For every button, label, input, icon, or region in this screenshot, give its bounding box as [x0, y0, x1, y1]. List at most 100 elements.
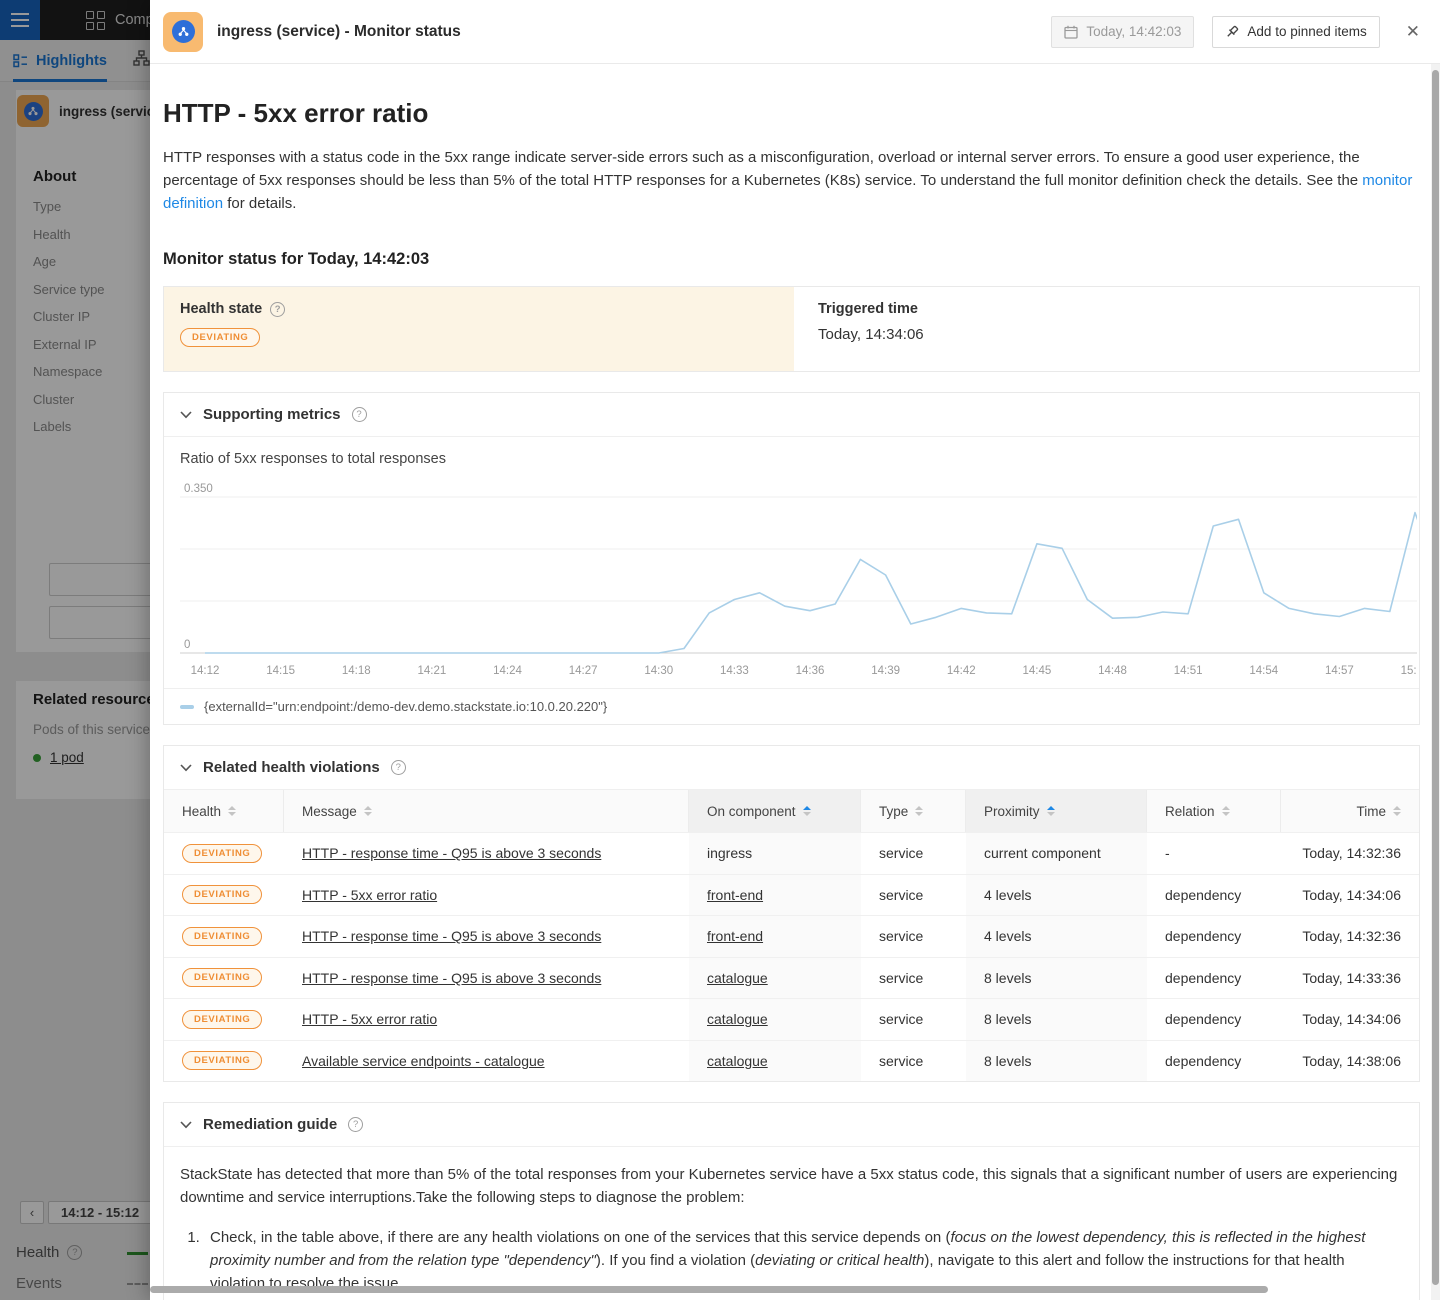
svg-text:14:12: 14:12 — [191, 665, 220, 677]
remediation-step: Check, in the table above, if there are … — [204, 1226, 1403, 1295]
legend-swatch — [180, 705, 194, 709]
column-header-time[interactable]: Time — [1281, 790, 1419, 832]
remediation-title: Remediation guide — [203, 1116, 337, 1133]
time-cell: Today, 14:38:06 — [1281, 1041, 1419, 1082]
remediation-header[interactable]: Remediation guide ? — [164, 1103, 1419, 1147]
relation-cell: dependency — [1147, 916, 1281, 957]
sort-icon — [915, 806, 923, 816]
legend-label: {externalId="urn:endpoint:/demo-dev.demo… — [204, 699, 607, 714]
column-header-proximity[interactable]: Proximity — [966, 790, 1147, 832]
monitor-title: HTTP - 5xx error ratio — [163, 98, 1420, 129]
remediation-help-icon[interactable]: ? — [348, 1117, 363, 1132]
component-link[interactable]: catalogue — [707, 1053, 768, 1069]
violations-table-body: DEVIATING HTTP - response time - Q95 is a… — [164, 832, 1419, 1081]
proximity-cell: current component — [966, 833, 1147, 874]
health-state-panel: Health state ? DEVIATING Triggered time … — [163, 286, 1420, 372]
column-header-relation[interactable]: Relation — [1147, 790, 1281, 832]
component-link[interactable]: catalogue — [707, 1011, 768, 1027]
svg-text:14:33: 14:33 — [720, 665, 749, 677]
violation-message-link[interactable]: HTTP - 5xx error ratio — [302, 1011, 437, 1027]
time-cell: Today, 14:32:36 — [1281, 916, 1419, 957]
type-cell: service — [861, 999, 966, 1040]
deviating-badge: DEVIATING — [182, 927, 262, 946]
type-cell: service — [861, 958, 966, 999]
triggered-time-label: Triggered time — [818, 301, 918, 317]
type-cell: service — [861, 875, 966, 916]
proximity-cell: 8 levels — [966, 999, 1147, 1040]
svg-text:14:42: 14:42 — [947, 665, 976, 677]
violation-row: DEVIATING Available service endpoints - c… — [164, 1040, 1419, 1082]
violation-message-link[interactable]: HTTP - response time - Q95 is above 3 se… — [302, 845, 601, 861]
message-cell: HTTP - response time - Q95 is above 3 se… — [284, 916, 689, 957]
svg-text:14:18: 14:18 — [342, 665, 371, 677]
supporting-metrics-help-icon[interactable]: ? — [352, 407, 367, 422]
violation-row: DEVIATINGHTTP - response time - Q95 is a… — [164, 832, 1419, 874]
violations-header[interactable]: Related health violations ? — [164, 746, 1419, 790]
on-component-cell: ingress — [689, 833, 861, 874]
health-cell: DEVIATING — [164, 958, 284, 999]
component-link[interactable]: front-end — [707, 887, 763, 903]
modal-header: ingress (service) - Monitor status Today… — [150, 0, 1440, 64]
type-cell: service — [861, 833, 966, 874]
relation-cell: dependency — [1147, 1041, 1281, 1082]
monitor-definition-link[interactable]: monitor definition — [163, 172, 1412, 212]
violation-message-link[interactable]: HTTP - 5xx error ratio — [302, 887, 437, 903]
on-component-cell: front-end — [689, 875, 861, 916]
type-cell: service — [861, 1041, 966, 1082]
violation-row: DEVIATING HTTP - response time - Q95 is a… — [164, 957, 1419, 999]
add-to-pinned-items-button[interactable]: Add to pinned items — [1212, 16, 1379, 48]
chart-legend: {externalId="urn:endpoint:/demo-dev.demo… — [164, 688, 1419, 724]
time-picker-button[interactable]: Today, 14:42:03 — [1051, 16, 1194, 48]
message-cell: HTTP - response time - Q95 is above 3 se… — [284, 833, 689, 874]
violation-message-link[interactable]: HTTP - response time - Q95 is above 3 se… — [302, 928, 601, 944]
health-state-help-icon[interactable]: ? — [270, 302, 285, 317]
column-header-health[interactable]: Health — [164, 790, 284, 832]
violation-row: DEVIATINGHTTP - 5xx error ratiocatalogue… — [164, 998, 1419, 1040]
svg-text:14:15: 14:15 — [266, 665, 295, 677]
sort-icon — [803, 806, 811, 816]
horizontal-scrollbar[interactable] — [150, 1286, 1268, 1293]
on-component-cell: front-end — [689, 916, 861, 957]
svg-text:0: 0 — [184, 639, 190, 651]
monitor-status-heading: Monitor status for Today, 14:42:03 — [163, 250, 1420, 269]
triggered-time-value: Today, 14:34:06 — [818, 326, 1395, 343]
health-cell: DEVIATING — [164, 875, 284, 916]
svg-text:15:00: 15:00 — [1401, 665, 1417, 677]
svg-text:14:54: 14:54 — [1249, 665, 1278, 677]
column-header-message[interactable]: Message — [284, 790, 689, 832]
column-header-type[interactable]: Type — [861, 790, 966, 832]
svg-text:0.350: 0.350 — [184, 483, 213, 495]
add-to-pinned-items-label: Add to pinned items — [1247, 24, 1366, 39]
time-cell: Today, 14:32:36 — [1281, 833, 1419, 874]
chevron-down-icon — [180, 1121, 192, 1129]
sort-icon — [1393, 806, 1401, 816]
type-cell: service — [861, 916, 966, 957]
metric-chart[interactable]: 0.350014:1214:1514:1814:2114:2414:2714:3… — [180, 481, 1419, 682]
violation-message-link[interactable]: HTTP - response time - Q95 is above 3 se… — [302, 970, 601, 986]
relation-cell: - — [1147, 833, 1281, 874]
supporting-metrics-header[interactable]: Supporting metrics ? — [164, 393, 1419, 437]
svg-text:14:39: 14:39 — [871, 665, 900, 677]
message-cell: HTTP - 5xx error ratio — [284, 999, 689, 1040]
related-health-violations-section: Related health violations ? HealthMessag… — [163, 745, 1420, 1082]
deviating-badge: DEVIATING — [182, 1051, 262, 1070]
close-icon[interactable]: ✕ — [1402, 22, 1424, 42]
violation-message-link[interactable]: Available service endpoints - catalogue — [302, 1053, 545, 1069]
message-cell: HTTP - response time - Q95 is above 3 se… — [284, 958, 689, 999]
health-cell: DEVIATING — [164, 1041, 284, 1082]
svg-text:14:57: 14:57 — [1325, 665, 1354, 677]
proximity-cell: 8 levels — [966, 958, 1147, 999]
component-link[interactable]: front-end — [707, 928, 763, 944]
remediation-guide-section: Remediation guide ? StackState has detec… — [163, 1102, 1420, 1300]
component-link[interactable]: catalogue — [707, 970, 768, 986]
svg-text:14:45: 14:45 — [1022, 665, 1051, 677]
relation-cell: dependency — [1147, 958, 1281, 999]
violation-row: DEVIATING HTTP - response time - Q95 is a… — [164, 915, 1419, 957]
column-header-on-component[interactable]: On component — [689, 790, 861, 832]
sort-icon — [1047, 806, 1055, 816]
violations-help-icon[interactable]: ? — [391, 760, 406, 775]
on-component-cell: catalogue — [689, 1041, 861, 1082]
message-cell: HTTP - 5xx error ratio — [284, 875, 689, 916]
relation-cell: dependency — [1147, 999, 1281, 1040]
vertical-scrollbar-thumb[interactable] — [1432, 70, 1439, 1285]
